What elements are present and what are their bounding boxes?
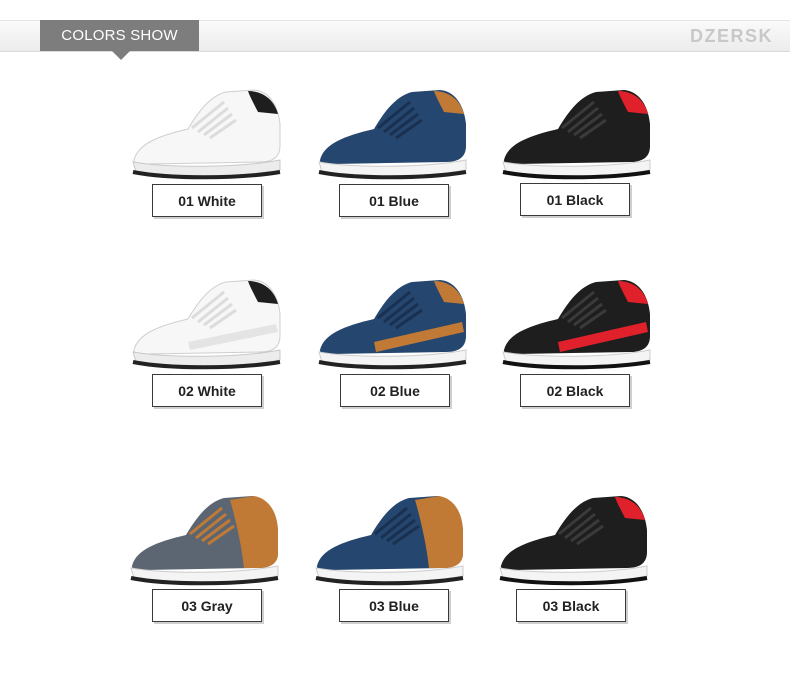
color-label-02-white[interactable]: 02 White	[152, 374, 262, 407]
shoe-image-02-white[interactable]	[128, 272, 288, 372]
shoe-image-01-blue[interactable]	[314, 82, 474, 182]
shoe-image-03-blue[interactable]	[311, 488, 471, 588]
color-label-03-gray[interactable]: 03 Gray	[152, 589, 262, 622]
color-label-text: 03 Black	[542, 597, 600, 614]
shoe-image-02-blue[interactable]	[314, 272, 474, 372]
color-label-02-blue[interactable]: 02 Blue	[340, 374, 450, 407]
color-label-text: 01 Black	[546, 191, 604, 208]
shoe-image-02-black[interactable]	[498, 272, 658, 372]
color-label-03-black[interactable]: 03 Black	[516, 589, 626, 622]
color-label-01-white[interactable]: 01 White	[152, 184, 262, 217]
section-title: COLORS SHOW	[61, 27, 178, 44]
shoe-image-03-gray[interactable]	[126, 488, 286, 588]
brand-logo: DZERSK	[689, 26, 773, 46]
shoe-image-01-white[interactable]	[128, 82, 288, 182]
section-title-tab: COLORS SHOW	[40, 20, 199, 60]
color-label-text: 01 White	[178, 192, 236, 209]
color-label-text: 03 Blue	[369, 597, 419, 614]
color-label-01-black[interactable]: 01 Black	[520, 183, 630, 216]
color-label-02-black[interactable]: 02 Black	[520, 374, 630, 407]
color-label-03-blue[interactable]: 03 Blue	[339, 589, 449, 622]
tab-pointer-icon	[112, 51, 130, 60]
color-label-text: 02 White	[178, 382, 236, 399]
color-label-text: 02 Black	[546, 382, 604, 399]
color-label-text: 02 Blue	[370, 382, 420, 399]
shoe-image-01-black[interactable]	[498, 82, 658, 182]
shoe-image-03-black[interactable]	[495, 488, 655, 588]
color-label-text: 03 Gray	[181, 597, 233, 614]
color-label-01-blue[interactable]: 01 Blue	[339, 184, 449, 217]
color-label-text: 01 Blue	[369, 192, 419, 209]
